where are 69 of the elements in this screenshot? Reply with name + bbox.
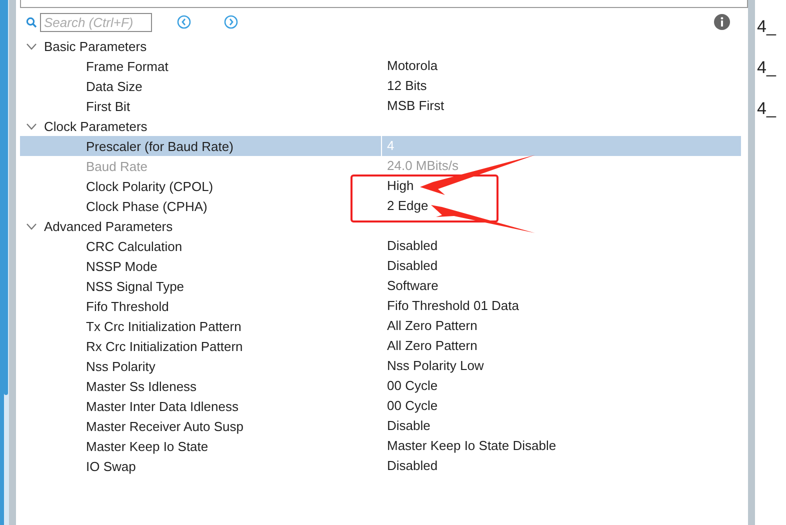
parameter-name: Master Inter Data Idleness xyxy=(85,398,240,414)
group-header[interactable]: Clock Parameters xyxy=(44,118,148,134)
parameter-name: Master Ss Idleness xyxy=(85,378,198,394)
parameter-name: Clock Phase (CPHA) xyxy=(85,198,208,214)
parameter-name: Tx Crc Initialization Pattern xyxy=(85,318,242,334)
parameter-value[interactable]: Disabled xyxy=(381,256,438,276)
parameter-value[interactable]: 00 Cycle xyxy=(381,376,438,396)
chevron-icon[interactable] xyxy=(26,122,37,130)
parameter-value[interactable]: Master Keep Io State Disable xyxy=(381,436,556,456)
next-icon[interactable] xyxy=(224,15,238,29)
parameter-row[interactable]: Nss Polarity Nss Polarity Low xyxy=(20,356,741,376)
parameter-name: Prescaler (for Baud Rate) xyxy=(85,138,234,154)
parameter-value[interactable]: 2 Edge xyxy=(381,196,428,216)
parameter-value[interactable]: 00 Cycle xyxy=(381,396,438,416)
parameter-value[interactable]: High xyxy=(381,176,414,196)
parameter-name: Master Receiver Auto Susp xyxy=(85,418,245,434)
parameter-row[interactable]: Tx Crc Initialization Pattern All Zero Pattern xyxy=(20,316,741,336)
chevron-icon[interactable] xyxy=(26,42,37,50)
parameter-value[interactable]: 12 Bits xyxy=(381,76,427,96)
parameter-row[interactable]: Master Ss Idleness 00 Cycle xyxy=(20,376,741,396)
parameter-name: CRC Calculation xyxy=(85,238,184,254)
parameter-row[interactable]: CRC Calculation Disabled xyxy=(20,236,741,256)
parameter-row[interactable]: First Bit MSB First xyxy=(20,96,741,116)
scrollbar-thumb[interactable] xyxy=(4,0,8,395)
parameter-row[interactable]: Master Keep Io State Master Keep Io State Disable xyxy=(20,436,741,456)
parameter-name: Fifo Threshold xyxy=(85,298,170,314)
parameter-name: Master Keep Io State xyxy=(85,438,210,454)
parameter-row[interactable]: Fifo Threshold Fifo Threshold 01 Data xyxy=(20,296,741,316)
parameter-value[interactable]: Fifo Threshold 01 Data xyxy=(381,296,519,316)
group-header[interactable]: Basic Parameters xyxy=(44,38,147,54)
parameter-value[interactable]: Software xyxy=(381,276,438,296)
search-field[interactable]: Search (Ctrl+F) xyxy=(40,12,152,32)
parameter-name: Rx Crc Initialization Pattern xyxy=(85,338,244,354)
chevron-icon[interactable] xyxy=(26,222,37,230)
parameter-name: Data Size xyxy=(85,78,144,94)
parameter-value[interactable]: Disabled xyxy=(381,236,438,256)
parameter-row[interactable]: NSSP Mode Disabled xyxy=(20,256,741,276)
parameter-value[interactable]: All Zero Pattern xyxy=(381,316,478,336)
truncated-label: 4_ xyxy=(757,58,778,78)
parameter-name: First Bit xyxy=(85,98,132,114)
parameter-row[interactable]: Clock Phase (CPHA) 2 Edge xyxy=(20,196,741,216)
parameter-value[interactable]: MSB First xyxy=(381,96,444,116)
search-icon xyxy=(26,16,37,28)
previous-icon[interactable] xyxy=(177,15,191,29)
parameter-name: NSSP Mode xyxy=(85,258,158,274)
parameter-name: Clock Polarity (CPOL) xyxy=(85,178,214,194)
group-header[interactable]: Advanced Parameters xyxy=(44,218,173,234)
parameter-row[interactable]: Prescaler (for Baud Rate) 4 xyxy=(20,136,741,156)
parameter-name: Nss Polarity xyxy=(85,358,156,374)
parameter-row[interactable]: Data Size 12 Bits xyxy=(20,76,741,96)
parameter-name: Frame Format xyxy=(85,58,170,74)
truncated-label: 4_ xyxy=(757,99,778,119)
parameter-name: IO Swap xyxy=(85,458,137,474)
parameter-row[interactable]: Rx Crc Initialization Pattern All Zero Pattern xyxy=(20,336,741,356)
parameter-value[interactable]: Motorola xyxy=(381,56,438,76)
truncated-label: 4_ xyxy=(757,17,778,37)
parameter-value[interactable]: Disable xyxy=(381,416,430,436)
parameter-value[interactable]: Nss Polarity Low xyxy=(381,356,484,376)
info-icon[interactable] xyxy=(714,14,730,30)
parameter-value[interactable]: All Zero Pattern xyxy=(381,336,478,356)
parameter-row[interactable]: IO Swap Disabled xyxy=(20,456,741,476)
parameter-row[interactable]: Frame Format Motorola xyxy=(20,56,741,76)
parameter-value[interactable]: Disabled xyxy=(381,456,438,476)
parameter-row[interactable]: Master Inter Data Idleness 00 Cycle xyxy=(20,396,741,416)
parameter-name: NSS Signal Type xyxy=(85,278,186,294)
parameter-row[interactable]: NSS Signal Type Software xyxy=(20,276,741,296)
parameter-row[interactable]: Master Receiver Auto Susp Disable xyxy=(20,416,741,436)
parameter-name: Baud Rate xyxy=(85,158,148,174)
parameter-row[interactable]: Clock Polarity (CPOL) High xyxy=(20,176,741,196)
